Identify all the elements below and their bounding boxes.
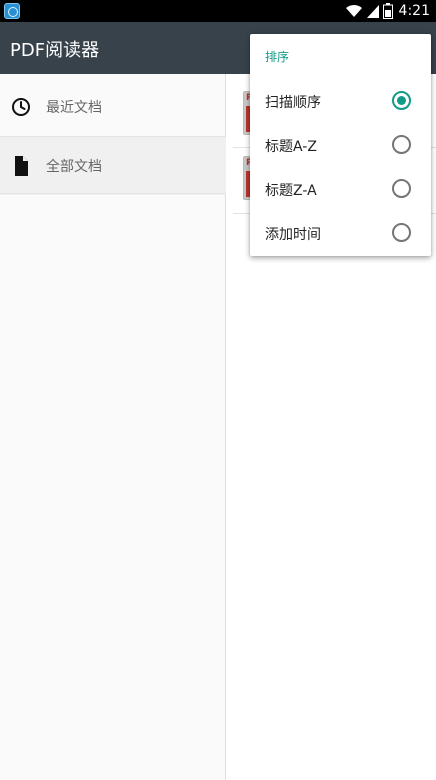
- sort-option-label: 标题A-Z: [265, 139, 317, 155]
- status-clock: 4:21: [398, 3, 430, 19]
- nav-item-all-documents[interactable]: 全部文档: [0, 137, 226, 195]
- sort-option-title-z-a[interactable]: 标题Z-A: [250, 167, 431, 211]
- radio-unchecked-icon[interactable]: [392, 135, 411, 154]
- radio-unchecked-icon[interactable]: [392, 223, 411, 242]
- nav-item-label: 全部文档: [46, 159, 102, 175]
- app-title: PDF阅读器: [10, 40, 100, 61]
- sort-option-scan-order[interactable]: 扫描顺序: [250, 79, 431, 123]
- status-icons: 4:21: [345, 0, 430, 22]
- clock-icon: [12, 98, 30, 116]
- sort-option-label: 添加时间: [265, 227, 321, 243]
- document-icon: [15, 156, 28, 176]
- nav-divider: [0, 193, 226, 194]
- sort-option-date-added[interactable]: 添加时间: [250, 211, 431, 255]
- nav-item-label: 最近文档: [46, 100, 102, 116]
- sort-option-label: 标题Z-A: [265, 183, 317, 199]
- sort-option-label: 扫描顺序: [265, 95, 321, 111]
- nav-item-recent-documents[interactable]: 最近文档: [0, 78, 226, 136]
- wifi-icon: [345, 4, 362, 17]
- radio-unchecked-icon[interactable]: [392, 179, 411, 198]
- sort-menu: 排序 扫描顺序 标题A-Z 标题Z-A 添加时间: [250, 34, 431, 256]
- app-notification-icon: [4, 3, 20, 19]
- cell-signal-icon: [366, 5, 379, 18]
- sort-menu-title: 排序: [265, 50, 290, 64]
- sort-option-title-a-z[interactable]: 标题A-Z: [250, 123, 431, 167]
- status-bar: 4:21: [0, 0, 436, 22]
- radio-checked-icon[interactable]: [392, 91, 411, 110]
- navigation-drawer: 最近文档 全部文档: [0, 74, 226, 780]
- battery-icon: [382, 3, 393, 19]
